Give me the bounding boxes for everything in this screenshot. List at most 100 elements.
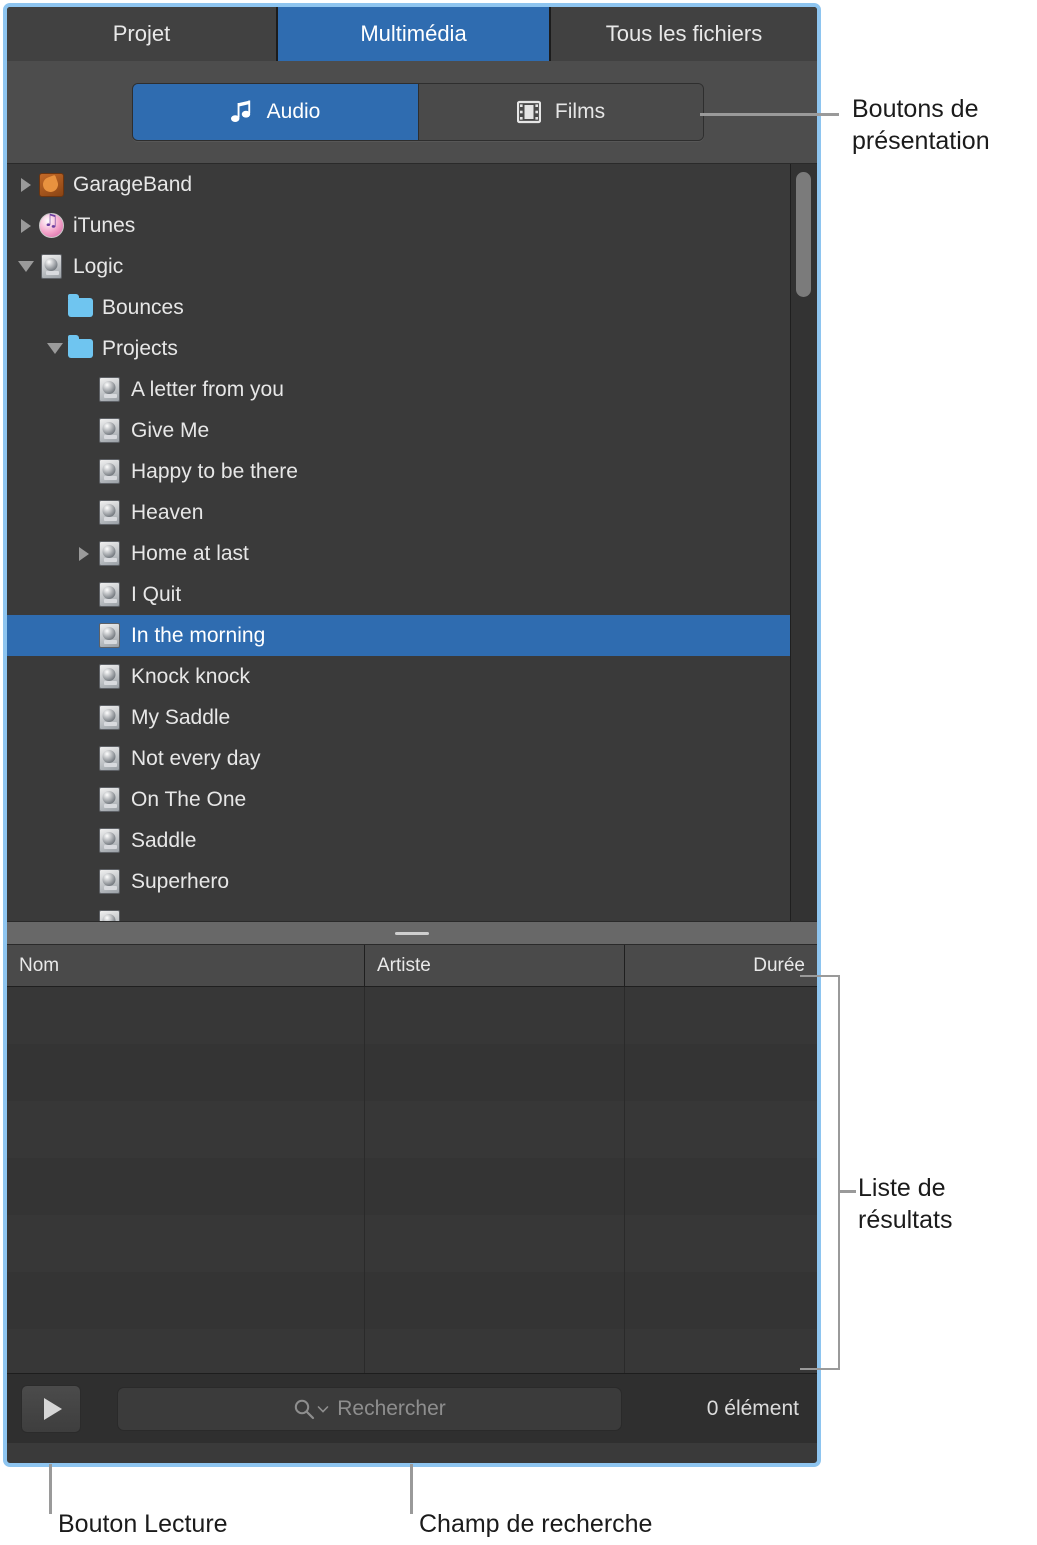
tree-item-label: My Saddle [131, 705, 231, 729]
annotation-play-button: Bouton Lecture [58, 1510, 228, 1538]
tree-item[interactable]: iTunes [7, 205, 817, 246]
disclosure-triangle-closed-icon[interactable] [14, 214, 38, 238]
disk-icon [98, 869, 120, 894]
leader-line-play-button [49, 1464, 52, 1514]
tree-item-label: Bounces [102, 295, 184, 319]
disk-icon [98, 377, 120, 402]
tab-multimedia[interactable]: Multimédia [278, 7, 551, 61]
table-row[interactable] [7, 1215, 817, 1272]
tree-item[interactable]: I Quit [7, 574, 817, 615]
bracket-results-list [800, 975, 840, 1370]
presentation-buttons: Audio Films [132, 83, 704, 141]
table-cell-nom [7, 1272, 365, 1329]
disk-icon [98, 828, 120, 853]
table-row[interactable] [7, 987, 817, 1044]
disk-icon [98, 787, 120, 812]
disk-icon [98, 459, 120, 484]
tree-item[interactable]: Heaven [7, 492, 817, 533]
tree-item[interactable] [7, 902, 817, 921]
tab-tous-les-fichiers[interactable]: Tous les fichiers [551, 7, 817, 61]
tree-item-label: Logic [73, 254, 124, 278]
view-mode-bar: Audio Films [7, 61, 817, 164]
table-row[interactable] [7, 1101, 817, 1158]
results-header-row: Nom Artiste Durée [7, 945, 817, 987]
view-button-audio[interactable]: Audio [133, 84, 418, 140]
column-header-label: Durée [753, 954, 805, 976]
column-header-duree[interactable]: Durée [625, 945, 817, 986]
disk-icon [98, 910, 120, 921]
tree-item[interactable]: Bounces [7, 287, 817, 328]
table-cell-nom [7, 1101, 365, 1158]
tree-item-icon [96, 910, 122, 921]
disk-icon [98, 623, 120, 648]
tree-item-icon [38, 211, 64, 239]
tree-item[interactable]: Happy to be there [7, 451, 817, 492]
tree-item-label: Heaven [131, 500, 204, 524]
disclosure-triangle-closed-icon[interactable] [14, 173, 38, 197]
column-header-artiste[interactable]: Artiste [365, 945, 625, 986]
leader-line-results-list [838, 1190, 856, 1193]
tree-item[interactable]: A letter from you [7, 369, 817, 410]
disclosure-triangle-open-icon[interactable] [14, 255, 38, 279]
itunes-icon [38, 211, 64, 238]
search-placeholder-text: Rechercher [337, 1396, 446, 1420]
tree-item-icon [96, 500, 122, 526]
table-row[interactable] [7, 1329, 817, 1373]
tree-item[interactable]: Superhero [7, 861, 817, 902]
pane-splitter[interactable] [7, 921, 817, 945]
tree-vertical-scrollbar[interactable] [790, 164, 817, 921]
table-cell-artiste [365, 1215, 625, 1272]
folder-icon [67, 294, 93, 317]
tree-item[interactable]: Give Me [7, 410, 817, 451]
tree-item-icon [96, 664, 122, 690]
tree-item[interactable]: Saddle [7, 820, 817, 861]
table-row[interactable] [7, 1044, 817, 1101]
film-strip-icon [516, 100, 541, 124]
disk-icon [98, 541, 120, 566]
table-cell-nom [7, 1044, 365, 1101]
scrollbar-thumb[interactable] [796, 172, 811, 297]
chevron-down-icon [317, 1405, 329, 1413]
search-input[interactable]: Rechercher [117, 1386, 622, 1431]
tree-item[interactable]: Home at last [7, 533, 817, 574]
tree-item-label: Happy to be there [131, 459, 298, 483]
tree-item[interactable]: In the morning [7, 615, 817, 656]
tree-item[interactable]: GarageBand [7, 164, 817, 205]
annotation-search-field: Champ de recherche [419, 1510, 653, 1538]
play-button[interactable] [21, 1384, 81, 1433]
tree-item-label: Not every day [131, 746, 261, 770]
search-icon [293, 1398, 329, 1420]
tree-item-icon [96, 705, 122, 731]
disclosure-triangle-open-icon[interactable] [43, 337, 67, 361]
table-cell-duree [625, 987, 817, 1044]
top-tab-bar: Projet Multimédia Tous les fichiers [7, 7, 817, 61]
view-button-films[interactable]: Films [418, 84, 703, 140]
tree-item[interactable]: Projects [7, 328, 817, 369]
tree-rows[interactable]: GarageBand iTunes Logic Bounces Projects A le… [7, 164, 817, 921]
tree-item[interactable]: Knock knock [7, 656, 817, 697]
table-row[interactable] [7, 1272, 817, 1329]
tree-item[interactable]: Logic [7, 246, 817, 287]
disclosure-triangle-closed-icon[interactable] [72, 542, 96, 566]
column-header-nom[interactable]: Nom [7, 945, 365, 986]
music-note-icon [230, 100, 253, 124]
tree-item-icon [96, 828, 122, 854]
view-button-label: Films [554, 100, 606, 123]
table-row[interactable] [7, 1158, 817, 1215]
tree-item[interactable]: On The One [7, 779, 817, 820]
tab-projet[interactable]: Projet [7, 7, 278, 61]
play-triangle-icon [44, 1397, 62, 1420]
results-body[interactable] [7, 987, 817, 1373]
tree-item[interactable]: Not every day [7, 738, 817, 779]
table-cell-artiste [365, 1158, 625, 1215]
tree-item[interactable]: My Saddle [7, 697, 817, 738]
disk-icon [98, 500, 120, 525]
